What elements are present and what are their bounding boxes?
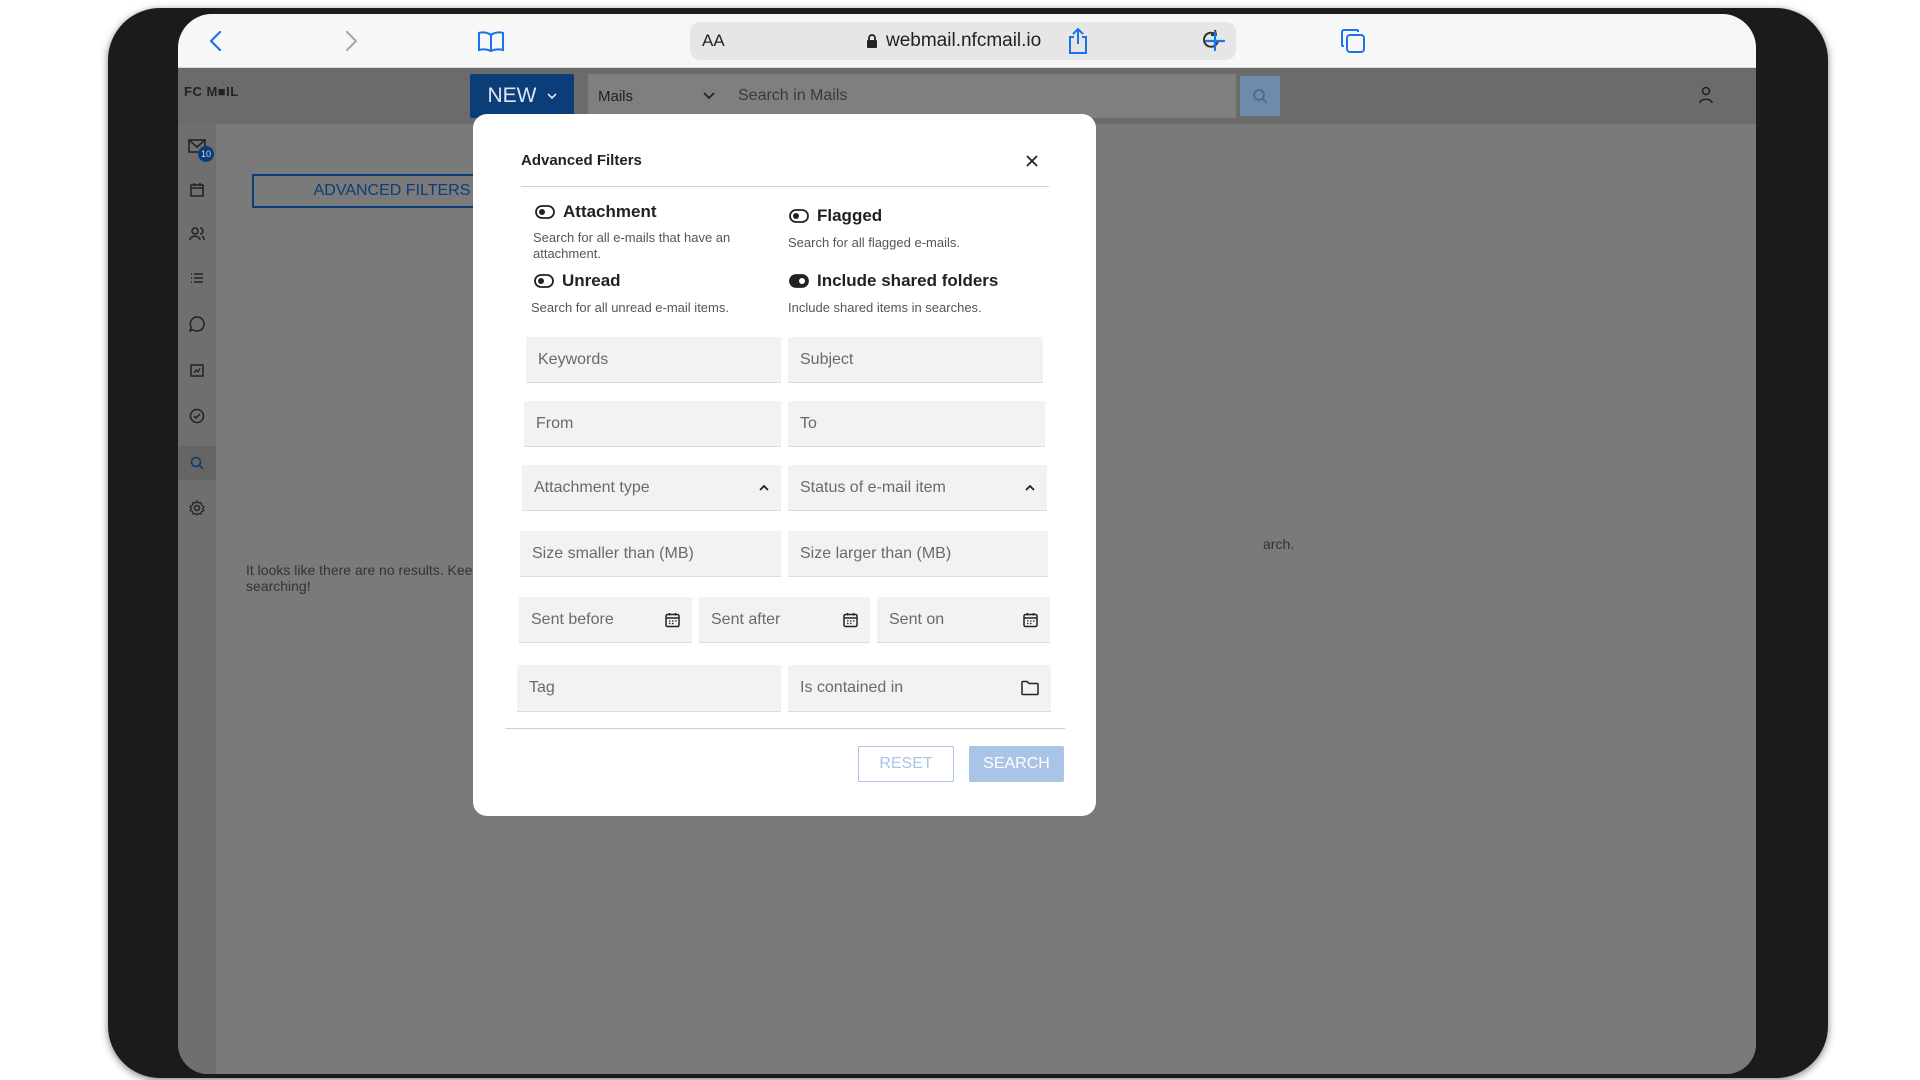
toggle-off-icon [534, 274, 554, 288]
share-icon[interactable] [1061, 24, 1095, 58]
toggle-on-icon [789, 274, 809, 288]
flagged-toggle-label: Flagged [817, 206, 883, 225]
toggle-off-icon [535, 205, 555, 219]
size-smaller-field[interactable]: Size smaller than (MB) [520, 531, 781, 577]
search-icon [1253, 89, 1268, 104]
contacts-module-button[interactable] [178, 220, 216, 248]
unread-toggle-label: Unread [562, 271, 621, 290]
settings-module-button[interactable] [178, 494, 216, 522]
search-scope-select[interactable]: Mails [588, 74, 724, 118]
mail-module-button[interactable]: 10 [178, 132, 216, 162]
attachment-type-label: Attachment type [534, 478, 650, 496]
advanced-filters-dialog: Advanced Filters Attachment Search for a… [473, 114, 1096, 816]
attachment-description: Search for all e-mails that have an atta… [533, 230, 731, 261]
calendar-module-button[interactable] [178, 176, 216, 204]
shared-folders-toggle[interactable]: Include shared folders [789, 271, 998, 291]
calendar-icon[interactable] [1023, 612, 1038, 627]
browser-toolbar: AA webmail.nfcmail.io [178, 14, 1756, 68]
chat-icon [189, 316, 205, 332]
chevron-up-icon [1025, 484, 1035, 491]
chat-module-button[interactable] [178, 310, 216, 338]
new-button-label: NEW [487, 84, 537, 107]
chevron-down-icon [546, 93, 557, 99]
email-status-label: Status of e-mail item [800, 478, 946, 496]
reset-button[interactable]: RESET [858, 746, 954, 782]
back-icon[interactable] [198, 24, 232, 58]
sent-before-field[interactable]: Sent before [519, 597, 692, 643]
size-larger-field[interactable]: Size larger than (MB) [788, 531, 1048, 577]
contained-in-label: Is contained in [800, 679, 904, 696]
bookmarks-icon[interactable] [474, 24, 508, 58]
close-icon [1026, 155, 1038, 167]
new-tab-icon[interactable] [1198, 24, 1232, 58]
contained-in-field[interactable]: Is contained in [788, 665, 1051, 712]
search-submit-button[interactable]: SEARCH [969, 746, 1064, 782]
tag-field[interactable]: Tag [517, 665, 781, 712]
url-label: webmail.nfcmail.io [886, 30, 1042, 51]
sent-on-field[interactable]: Sent on [877, 597, 1050, 643]
email-status-select[interactable]: Status of e-mail item [788, 465, 1047, 511]
lock-icon [867, 34, 877, 48]
tasks-module-button[interactable] [178, 402, 216, 430]
shared-folders-description: Include shared items in searches. [788, 300, 982, 315]
dialog-footer-divider [505, 728, 1065, 729]
gear-icon [189, 500, 205, 516]
search-button[interactable] [1240, 76, 1280, 116]
files-module-button[interactable] [178, 356, 216, 384]
forward-icon[interactable] [335, 24, 369, 58]
flagged-toggle[interactable]: Flagged [789, 206, 882, 226]
shared-folders-toggle-label: Include shared folders [817, 271, 999, 290]
chevron-down-icon [703, 92, 715, 100]
unread-toggle[interactable]: Unread [534, 271, 621, 291]
subject-field[interactable]: Subject [788, 337, 1043, 383]
search-scope-value: Mails [598, 87, 634, 105]
flagged-description: Search for all flagged e-mails. [788, 235, 960, 250]
unread-description: Search for all unread e-mail items. [531, 300, 729, 315]
new-button[interactable]: NEW [470, 74, 574, 118]
chevron-up-icon [759, 484, 769, 491]
module-rail: 10 [178, 124, 216, 1074]
attachment-type-select[interactable]: Attachment type [522, 465, 781, 511]
attachment-toggle-label: Attachment [563, 202, 657, 221]
folder-chart-icon [190, 364, 204, 377]
search-input[interactable]: Search in Mails [724, 74, 1236, 118]
user-account-icon[interactable] [1698, 86, 1714, 109]
attachment-toggle[interactable]: Attachment [535, 202, 657, 222]
toggle-off-icon [789, 209, 809, 223]
search-icon [190, 456, 204, 470]
sent-on-label: Sent on [889, 610, 945, 628]
contacts-icon [189, 227, 205, 241]
calendar-icon [190, 183, 204, 197]
close-button[interactable] [1021, 150, 1043, 172]
address-bar[interactable]: AA webmail.nfcmail.io [690, 22, 1236, 60]
folder-icon[interactable] [1021, 680, 1039, 696]
search-module-button[interactable] [178, 446, 216, 480]
list-icon [191, 273, 203, 283]
calendar-icon[interactable] [843, 612, 858, 627]
to-field[interactable]: To [788, 401, 1045, 447]
keywords-field[interactable]: Keywords [526, 337, 781, 383]
unread-badge: 10 [198, 146, 214, 162]
tasks-list-module-button[interactable] [178, 264, 216, 292]
advanced-filters-label: ADVANCED FILTERS [313, 182, 471, 199]
check-circle-icon [189, 408, 205, 424]
reader-aa-button[interactable]: AA [702, 31, 725, 51]
tabs-overview-icon[interactable] [1336, 24, 1370, 58]
calendar-icon[interactable] [665, 612, 680, 627]
sent-before-label: Sent before [531, 610, 614, 628]
dialog-title: Advanced Filters [521, 152, 642, 169]
dialog-divider [521, 186, 1049, 187]
sent-after-field[interactable]: Sent after [699, 597, 870, 643]
from-field[interactable]: From [524, 401, 781, 447]
background-hint-text: arch. [1263, 536, 1295, 552]
url-text: webmail.nfcmail.io [866, 30, 1041, 52]
app-logo: FC M■IL [184, 84, 239, 99]
sent-after-label: Sent after [711, 610, 781, 628]
